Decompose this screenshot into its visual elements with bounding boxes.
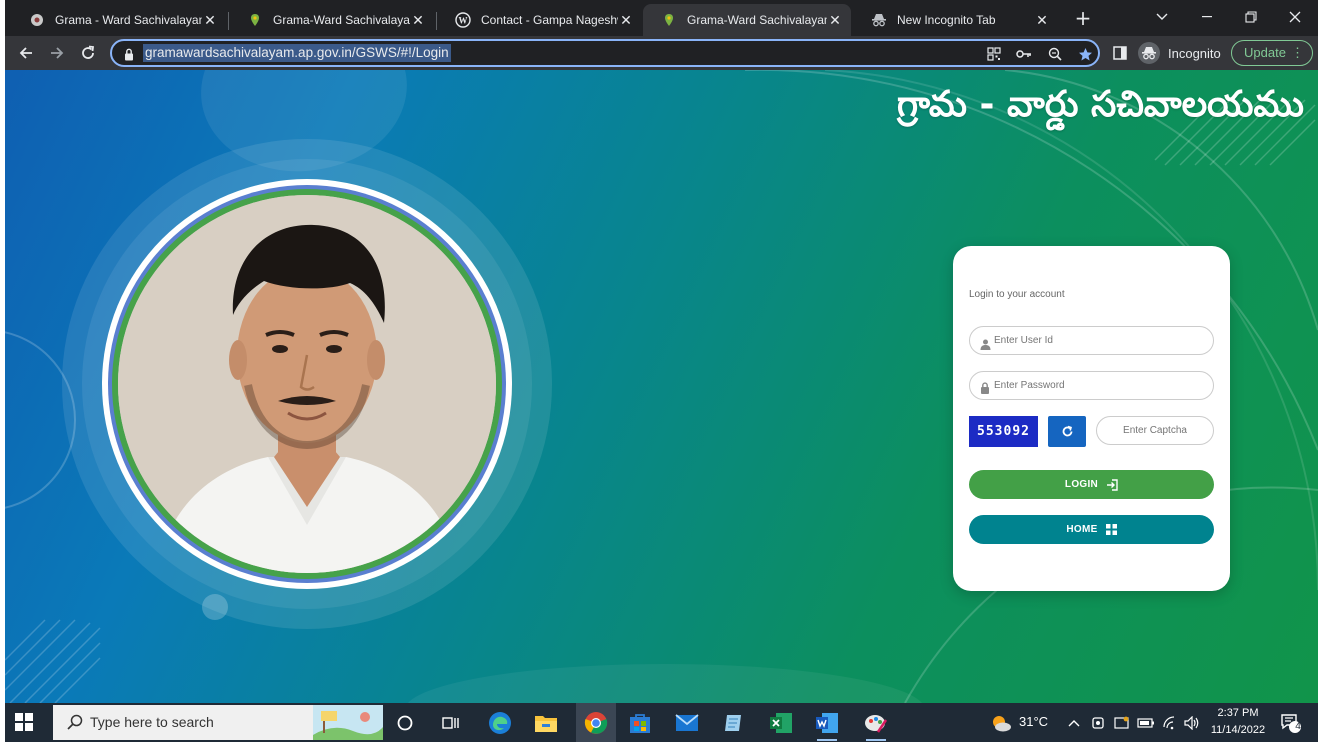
close-icon[interactable]: ✕ [410,12,426,28]
mail-icon[interactable] [673,709,701,737]
word-icon[interactable] [813,709,841,741]
side-panel-icon[interactable] [1108,41,1132,65]
windows-start-icon[interactable] [15,713,35,733]
address-bar[interactable]: gramawardsachivalayam.ap.gov.in/GSWS/#!/… [110,39,1100,67]
close-icon[interactable]: ✕ [827,12,843,28]
incognito-icon [1138,42,1160,64]
reload-icon[interactable] [76,41,100,65]
clock-date[interactable]: 11/14/2022 [1208,724,1268,736]
tray-chevron-up-icon[interactable] [1064,709,1084,737]
task-view-icon[interactable] [437,709,465,737]
padlock-icon [980,379,991,394]
tab-grama-ward-2[interactable]: Grama-Ward Sachivalayam ✕ [229,4,434,36]
captcha-code: 553092 [977,424,1030,439]
volume-icon[interactable] [1182,709,1202,737]
minimize-icon[interactable] [1187,4,1227,30]
weather-icon[interactable] [987,709,1015,737]
close-icon[interactable]: ✕ [202,12,218,28]
bookmark-star-icon[interactable] [1076,45,1094,63]
tab-title: New Incognito Tab [897,13,996,27]
password-input[interactable] [969,371,1214,400]
refresh-captcha-button[interactable] [1048,416,1086,447]
taskbar-search-box[interactable]: Type here to search [53,705,383,740]
refresh-icon [1062,425,1072,437]
wordpress-favicon-icon: W [455,12,471,28]
clock-time[interactable]: 2:37 PM [1208,707,1268,719]
login-label: LOGIN [1064,479,1099,490]
portrait-photo [118,195,496,573]
cortana-icon[interactable] [391,709,419,737]
map-pin-favicon-icon [247,12,263,28]
sign-in-icon [1106,478,1118,491]
home-button[interactable]: HOME [969,515,1214,544]
update-button[interactable]: Update ⋮ [1231,40,1313,66]
site-brand-title: గ్రామ - వార్డు సచివాలయము [896,84,1304,125]
captcha-input[interactable] [1096,416,1214,445]
notification-count: 4 [1295,721,1301,732]
sticky-notes-icon[interactable] [720,709,748,737]
map-pin-favicon-icon [661,12,677,28]
lock-icon[interactable] [124,46,134,65]
portrait-frame [102,179,512,589]
search-icon [67,714,83,734]
incognito-profile[interactable]: Incognito [1138,41,1221,65]
incognito-label: Incognito [1168,45,1221,61]
back-arrow-icon[interactable] [14,41,38,65]
notification-center-icon[interactable]: 4 [1277,709,1305,737]
tab-search-chevron-icon[interactable] [1142,4,1182,30]
chrome-icon[interactable] [576,703,616,742]
svg-text:W: W [459,16,468,26]
windows-taskbar: Type here to search 31°C 2:37 PM 11/14/2… [5,703,1318,742]
user-icon [980,335,991,350]
login-button[interactable]: LOGIN [969,470,1214,499]
tab-title: Contact - Gampa Nageshwar [481,13,618,27]
microsoft-store-icon[interactable] [626,709,654,737]
file-explorer-icon[interactable] [532,709,560,737]
search-highlight-illustration-icon [313,705,383,742]
new-tab-plus-icon[interactable]: + [1071,8,1095,30]
weather-temperature[interactable]: 31°C [1019,714,1048,729]
excel-icon[interactable] [767,709,795,737]
window-close-icon[interactable] [1275,4,1315,30]
grid-icon [1105,524,1117,535]
close-icon[interactable]: ✕ [1034,12,1050,28]
tab-title: Grama-Ward Sachivalayam [273,13,410,27]
login-heading: Login to your account [969,289,1065,300]
tab-title: Grama-Ward Sachivalayam [687,13,827,27]
close-icon[interactable]: ✕ [618,12,634,28]
tab-contact-gampa[interactable]: W Contact - Gampa Nageshwar ✕ [437,4,642,36]
search-placeholder: Type here to search [90,714,214,730]
user-id-input[interactable] [969,326,1214,355]
edge-browser-icon[interactable] [486,709,514,737]
battery-icon[interactable] [1136,709,1156,737]
gear-favicon-icon [29,12,45,28]
more-menu-icon[interactable]: ⋮ [1291,41,1304,65]
update-label: Update [1244,45,1286,60]
home-label: HOME [1066,524,1098,535]
paint-icon[interactable] [862,709,890,741]
tab-grama-ward-active[interactable]: Grama-Ward Sachivalayam ✕ [643,4,851,36]
wifi-icon[interactable] [1160,709,1180,737]
forward-arrow-icon[interactable] [45,41,69,65]
tab-grama-ward-1[interactable]: Grama - Ward Sachivalayam ✕ [11,4,226,36]
onedrive-sync-icon[interactable] [1112,709,1132,737]
incognito-favicon-icon [871,12,887,28]
tab-new-incognito[interactable]: New Incognito Tab ✕ [853,4,1058,36]
meet-now-icon[interactable] [1088,709,1108,737]
captcha-image: 553092 [969,416,1038,447]
browser-toolbar: gramawardsachivalayam.ap.gov.in/GSWS/#!/… [5,36,1318,70]
login-card: Login to your account 553092 LOGIN HOME [953,246,1230,591]
tab-title: Grama - Ward Sachivalayam [55,13,202,27]
url-text[interactable]: gramawardsachivalayam.ap.gov.in/GSWS/#!/… [143,44,451,62]
restore-icon[interactable] [1231,4,1271,30]
person-portrait-illustration [118,195,496,573]
login-page: గ్రామ - వార్డు సచివాలయము Login to your a… [5,70,1318,703]
key-icon[interactable] [1015,45,1033,63]
zoom-icon[interactable] [1046,45,1064,63]
browser-tab-strip: Grama - Ward Sachivalayam ✕ Grama-Ward S… [5,0,1318,36]
qr-code-icon[interactable] [985,45,1003,63]
